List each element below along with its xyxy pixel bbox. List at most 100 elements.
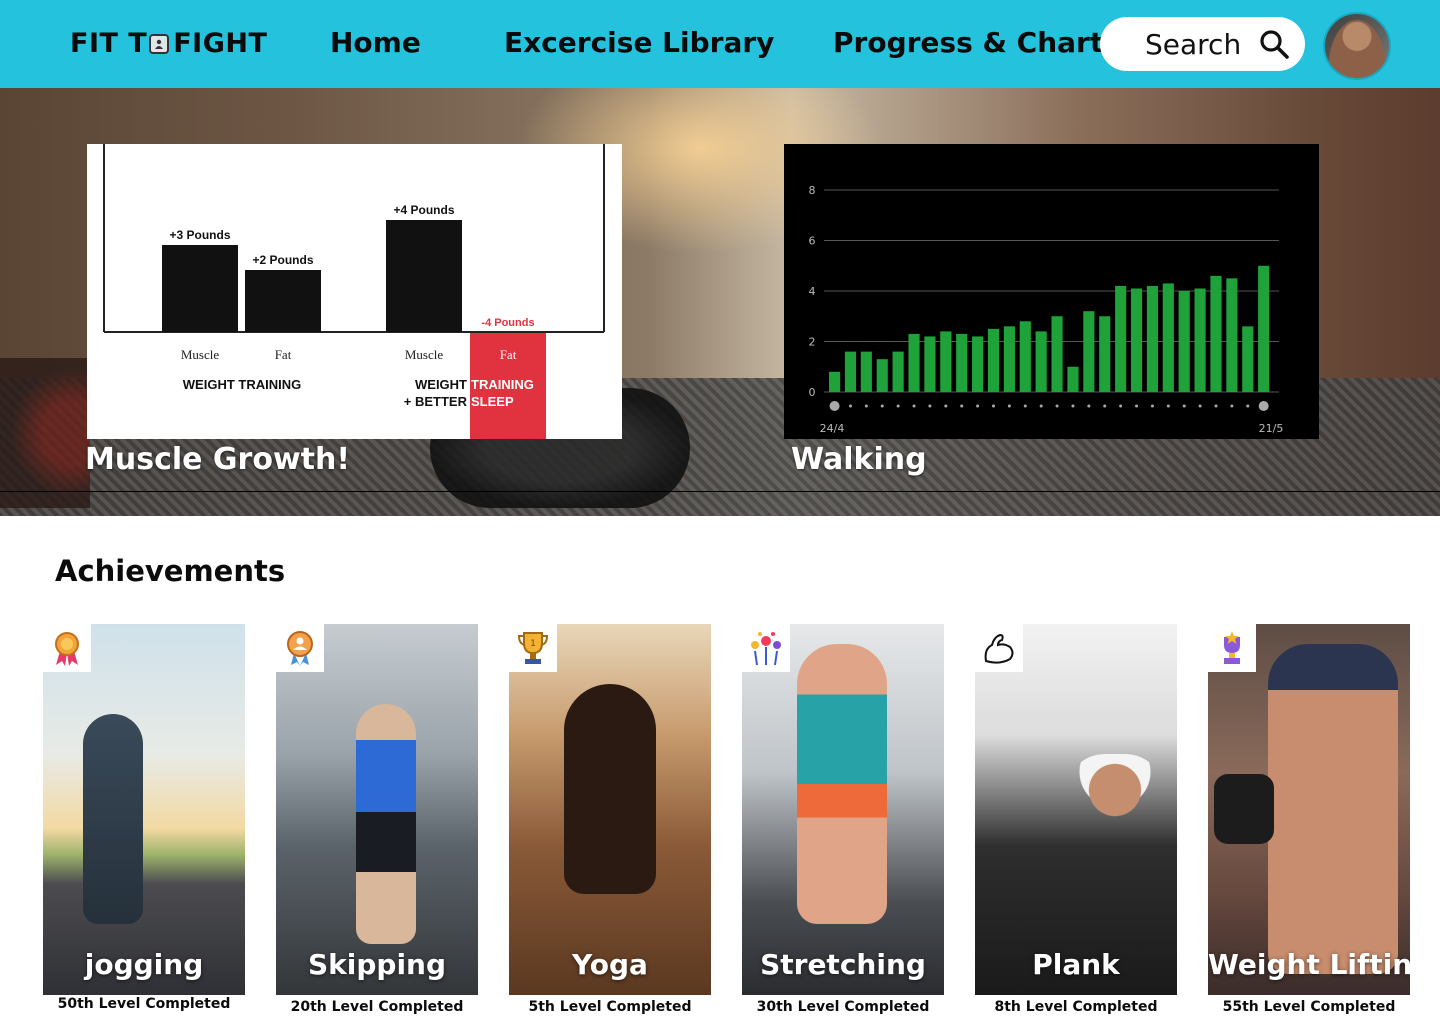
bar-category-label: Fat xyxy=(500,347,517,362)
achievement-name: Yoga xyxy=(572,948,648,981)
y-tick-label: 0 xyxy=(809,386,816,399)
walking-chart-svg: 0 2 4 6 8 24/4 21/5 xyxy=(784,144,1319,439)
achievement-card-yoga[interactable]: 1 Yoga xyxy=(509,624,711,995)
brand-text-left: FIT T xyxy=(70,28,148,59)
search-icon[interactable] xyxy=(1258,28,1290,60)
bar xyxy=(1258,265,1270,392)
x-tick-dot xyxy=(1055,404,1059,408)
walking-chart[interactable]: 0 2 4 6 8 24/4 21/5 xyxy=(784,144,1319,439)
jogging-photo xyxy=(43,624,245,995)
bar xyxy=(1242,326,1254,392)
x-tick-dot xyxy=(928,404,932,408)
bar xyxy=(940,331,952,392)
x-tick-dot xyxy=(1258,401,1269,411)
x-tick-dot xyxy=(1182,404,1186,408)
bar xyxy=(876,359,888,392)
bar xyxy=(860,351,872,392)
top-navigation-bar: FIT T FIGHT Home Excercise Library Progr… xyxy=(0,0,1440,88)
y-tick-label: 6 xyxy=(809,235,816,248)
x-tick-dot xyxy=(1119,404,1123,408)
bar-category-label: Muscle xyxy=(181,347,220,362)
x-tick-dot xyxy=(864,404,868,408)
trophy-icon: 1 xyxy=(509,624,557,672)
y-tick-label: 4 xyxy=(809,285,816,298)
x-tick-dot xyxy=(1214,404,1218,408)
walking-caption: Walking xyxy=(791,442,927,477)
achievement-card-plank[interactable]: Plank xyxy=(975,624,1177,995)
brand-logo[interactable]: FIT T FIGHT xyxy=(70,28,267,59)
x-tick-dot xyxy=(848,404,852,408)
user-avatar[interactable] xyxy=(1323,12,1391,80)
bar xyxy=(1115,285,1127,392)
achievement-card-skipping[interactable]: Skipping xyxy=(276,624,478,995)
x-tick-dot xyxy=(1166,404,1170,408)
x-tick-dot xyxy=(1150,404,1154,408)
bar-category-label: Muscle xyxy=(405,347,444,362)
x-tick-dot xyxy=(896,404,900,408)
fireworks-icon xyxy=(742,624,790,672)
bar xyxy=(1194,288,1206,392)
x-end-label: 21/5 xyxy=(1259,422,1284,435)
plank-photo xyxy=(975,624,1177,995)
nav-progress-chart[interactable]: Progress & Chart xyxy=(833,26,1103,59)
award-badge-icon xyxy=(276,624,324,672)
achievement-name: Plank xyxy=(1032,948,1120,981)
bar xyxy=(829,371,841,392)
brand-text-right: FIGHT xyxy=(173,28,268,59)
achievement-level: 20th Level Completed xyxy=(290,999,464,1015)
bar xyxy=(1019,321,1031,392)
bar xyxy=(908,333,920,392)
weight-plate-background xyxy=(0,358,90,508)
x-tick-dot xyxy=(912,404,916,408)
x-tick-dot xyxy=(1087,404,1091,408)
x-tick-dot xyxy=(1230,404,1234,408)
achievements-title: Achievements xyxy=(55,554,286,588)
bar xyxy=(162,245,238,332)
muscle-growth-chart-svg: +3 Pounds Muscle +2 Pounds Fat +4 Pounds Musc… xyxy=(87,144,622,439)
bar xyxy=(1210,275,1222,392)
search-label: Search xyxy=(1145,28,1242,61)
nav-home[interactable]: Home xyxy=(330,26,421,59)
x-tick-dot xyxy=(1246,404,1250,408)
bar xyxy=(1146,285,1158,392)
bar xyxy=(1051,316,1063,392)
achievement-card-jogging[interactable]: jogging xyxy=(43,624,245,995)
x-tick-dot xyxy=(1023,404,1027,408)
achievement-name: jogging xyxy=(84,948,204,981)
achievement-level: 8th Level Completed xyxy=(994,999,1158,1015)
group-label: WEIGHT xyxy=(415,377,467,392)
yoga-photo xyxy=(509,624,711,995)
bar-value-label: +3 Pounds xyxy=(169,228,230,242)
group-label: TRAINING xyxy=(471,377,534,392)
person-icon xyxy=(149,33,170,54)
bar xyxy=(972,336,984,392)
achievement-level: 5th Level Completed xyxy=(528,999,692,1015)
x-start-label: 24/4 xyxy=(820,422,845,435)
y-tick-label: 8 xyxy=(809,184,816,197)
bar xyxy=(1035,331,1047,392)
x-tick-dot xyxy=(1135,404,1139,408)
bar xyxy=(1067,366,1079,392)
bar xyxy=(1162,283,1174,392)
muscle-growth-chart[interactable]: +3 Pounds Muscle +2 Pounds Fat +4 Pounds Musc… xyxy=(87,144,622,439)
bar xyxy=(386,220,462,332)
bar xyxy=(924,336,936,392)
achievement-level: 50th Level Completed xyxy=(57,996,231,1012)
nav-exercise-library[interactable]: Excercise Library xyxy=(504,26,774,59)
bar xyxy=(1226,278,1238,392)
bar xyxy=(1178,291,1190,392)
achievement-level: 30th Level Completed xyxy=(756,999,930,1015)
group-label: SLEEP xyxy=(471,394,514,409)
achievement-name: Skipping xyxy=(307,948,447,981)
stretching-photo xyxy=(742,624,944,995)
x-tick-dot xyxy=(976,404,980,408)
bar-category-label: Fat xyxy=(275,347,292,362)
achievement-name: Stretching xyxy=(760,948,926,981)
bar xyxy=(844,351,857,392)
x-tick-dot xyxy=(1198,404,1202,408)
bar-value-label: +4 Pounds xyxy=(393,203,454,217)
achievement-card-weight-lifting[interactable]: Weight Lifting xyxy=(1208,624,1410,995)
achievement-card-stretching[interactable]: Stretching xyxy=(742,624,944,995)
muscle-growth-caption: Muscle Growth! xyxy=(85,442,351,477)
group-label: + BETTER xyxy=(404,394,468,409)
